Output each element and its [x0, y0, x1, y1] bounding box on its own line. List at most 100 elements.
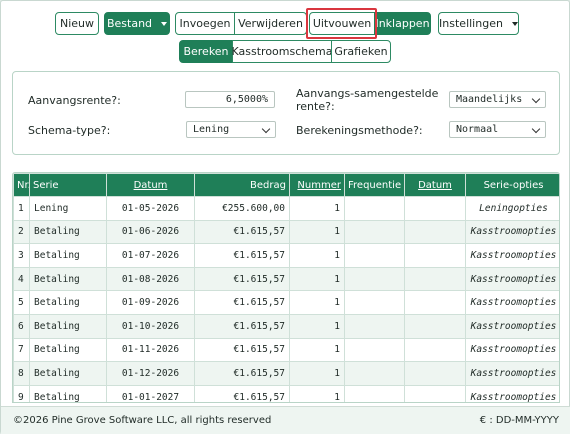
table-row[interactable]: 5 Betaling 01-09-2026 €1.615,57 1 Kasstroomop…	[13, 290, 559, 315]
cell-number[interactable]: 1	[289, 196, 345, 221]
cell-end-date[interactable]	[404, 313, 466, 339]
cell-nr[interactable]: 7	[13, 337, 30, 363]
cell-date[interactable]: 01-09-2026	[106, 290, 195, 315]
cell-nr[interactable]: 8	[13, 361, 30, 386]
cell-end-date[interactable]	[404, 361, 466, 386]
cell-date[interactable]: 01-10-2026	[106, 313, 195, 339]
cell-series[interactable]: Betaling	[29, 290, 107, 315]
cell-amount[interactable]: €255.600,00	[194, 196, 290, 221]
schedule-type-label: Schema-type?:	[28, 124, 111, 137]
cell-number[interactable]: 1	[289, 337, 345, 363]
cell-series-options[interactable]: Kasstroomopties	[465, 266, 559, 292]
cell-date[interactable]: 01-11-2026	[106, 337, 195, 363]
cell-frequency[interactable]	[344, 313, 405, 339]
cell-date[interactable]: 01-05-2026	[106, 196, 195, 221]
cell-series[interactable]: Betaling	[29, 313, 107, 339]
cell-series[interactable]: Betaling	[29, 361, 107, 386]
cell-end-date[interactable]	[404, 196, 466, 221]
table-row[interactable]: 3 Betaling 01-07-2026 €1.615,57 1 Kasstroomop…	[13, 243, 559, 268]
cell-amount[interactable]: €1.615,57	[194, 219, 290, 245]
calculation-settings-card: Aanvangsrente?: 6,5000% Aanvangs-samenge…	[12, 71, 560, 155]
cell-number[interactable]: 1	[289, 313, 345, 339]
cell-nr[interactable]: 2	[13, 219, 30, 245]
cell-nr[interactable]: 5	[13, 290, 30, 315]
cell-amount[interactable]: €1.615,57	[194, 313, 290, 339]
cell-frequency[interactable]	[344, 219, 405, 245]
cell-series-options[interactable]: Kasstroomopties	[465, 361, 559, 386]
cell-series-options[interactable]: Kasstroomopties	[465, 313, 559, 339]
cell-nr[interactable]: 6	[13, 313, 30, 339]
table-row[interactable]: 9 Betaling 01-01-2027 €1.615,57 1 Kasstroomop…	[13, 384, 559, 402]
cell-frequency[interactable]	[344, 361, 405, 386]
cell-date[interactable]: 01-08-2026	[106, 266, 195, 292]
cell-nr[interactable]: 4	[13, 266, 30, 292]
cell-series[interactable]: Betaling	[29, 219, 107, 245]
cell-series-options[interactable]: Kasstroomopties	[465, 243, 559, 268]
cell-series[interactable]: Lening	[29, 196, 107, 221]
cell-amount[interactable]: €1.615,57	[194, 290, 290, 315]
cell-amount[interactable]: €1.615,57	[194, 384, 290, 402]
settings-dropdown-button[interactable]: Instellingen	[438, 12, 519, 35]
table-row[interactable]: 6 Betaling 01-10-2026 €1.615,57 1 Kasstroomop…	[13, 313, 559, 339]
file-dropdown-button[interactable]: Bestand	[104, 12, 170, 35]
cell-frequency[interactable]	[344, 290, 405, 315]
cell-number[interactable]: 1	[289, 219, 345, 245]
cell-date[interactable]: 01-07-2026	[106, 243, 195, 268]
cell-frequency[interactable]	[344, 384, 405, 402]
table-row[interactable]: 1 Lening 01-05-2026 €255.600,00 1 Leningoptie…	[13, 196, 559, 221]
rate-input[interactable]: 6,5000%	[185, 91, 275, 108]
cell-amount[interactable]: €1.615,57	[194, 337, 290, 363]
cell-frequency[interactable]	[344, 243, 405, 268]
cell-date[interactable]: 01-01-2027	[106, 384, 195, 402]
new-button[interactable]: Nieuw	[55, 12, 99, 35]
cell-end-date[interactable]	[404, 290, 466, 315]
tab-cashflow-chart[interactable]: Kasstroomschema	[232, 40, 332, 63]
cell-series[interactable]: Betaling	[29, 266, 107, 292]
cell-number[interactable]: 1	[289, 290, 345, 315]
cell-nr[interactable]: 9	[13, 384, 30, 402]
cell-end-date[interactable]	[404, 384, 466, 402]
cell-series[interactable]: Betaling	[29, 384, 107, 402]
compound-select[interactable]: Maandelijks	[449, 91, 546, 108]
cell-series-options[interactable]: Kasstroomopties	[465, 219, 559, 245]
cell-series[interactable]: Betaling	[29, 337, 107, 363]
cell-nr[interactable]: 1	[13, 196, 30, 221]
table-row[interactable]: 8 Betaling 01-12-2026 €1.615,57 1 Kasstroomop…	[13, 361, 559, 386]
cell-end-date[interactable]	[404, 337, 466, 363]
col-header-series-options: Serie-opties	[465, 173, 559, 197]
cell-number[interactable]: 1	[289, 384, 345, 402]
cell-series-options[interactable]: Leningopties	[465, 196, 559, 221]
cell-number[interactable]: 1	[289, 266, 345, 292]
cell-amount[interactable]: €1.615,57	[194, 361, 290, 386]
cell-end-date[interactable]	[404, 266, 466, 292]
cell-end-date[interactable]	[404, 243, 466, 268]
cell-series[interactable]: Betaling	[29, 243, 107, 268]
cell-amount[interactable]: €1.615,57	[194, 243, 290, 268]
cell-date[interactable]: 01-06-2026	[106, 219, 195, 245]
cell-date[interactable]: 01-12-2026	[106, 361, 195, 386]
cell-series-options[interactable]: Kasstroomopties	[465, 337, 559, 363]
table-row[interactable]: 7 Betaling 01-11-2026 €1.615,57 1 Kasstroomop…	[13, 337, 559, 363]
collapse-button[interactable]: Inklappen	[374, 12, 431, 35]
cell-end-date[interactable]	[404, 219, 466, 245]
col-header-date[interactable]: Datum	[106, 173, 195, 197]
cell-amount[interactable]: €1.615,57	[194, 266, 290, 292]
tab-calculate[interactable]: Bereken	[179, 40, 233, 63]
cell-frequency[interactable]	[344, 266, 405, 292]
cell-frequency[interactable]	[344, 196, 405, 221]
cell-number[interactable]: 1	[289, 361, 345, 386]
tab-charts[interactable]: Grafieken	[331, 40, 391, 63]
cell-frequency[interactable]	[344, 337, 405, 363]
delete-button[interactable]: Verwijderen	[234, 12, 307, 35]
table-row[interactable]: 4 Betaling 01-08-2026 €1.615,57 1 Kasstroomop…	[13, 266, 559, 292]
col-header-end-date[interactable]: Datum	[404, 173, 466, 197]
cell-series-options[interactable]: Kasstroomopties	[465, 290, 559, 315]
cell-number[interactable]: 1	[289, 243, 345, 268]
cell-series-options[interactable]: Kasstroomopties	[465, 384, 559, 402]
schedule-type-select[interactable]: Lening	[186, 121, 276, 138]
cell-nr[interactable]: 3	[13, 243, 30, 268]
table-row[interactable]: 2 Betaling 01-06-2026 €1.615,57 1 Kasstroomop…	[13, 219, 559, 245]
insert-button[interactable]: Invoegen	[175, 12, 235, 35]
col-header-number[interactable]: Nummer	[289, 173, 345, 197]
method-select[interactable]: Normaal	[449, 121, 546, 138]
